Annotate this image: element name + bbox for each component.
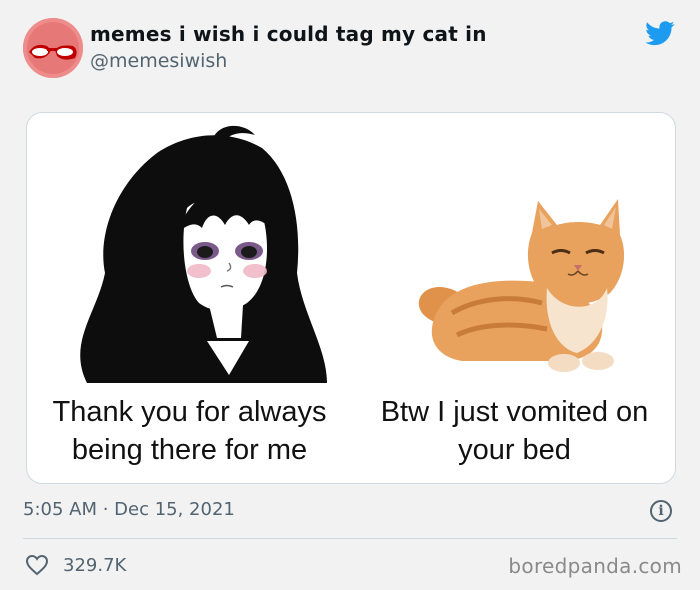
- user-handle[interactable]: @memesiwish: [90, 50, 227, 72]
- meme-panel-left: Thank you for always being there for me: [27, 113, 352, 483]
- like-button[interactable]: 329.7K: [25, 554, 126, 576]
- avatar-sunglasses-image: [23, 18, 83, 78]
- info-icon[interactable]: i: [650, 500, 672, 522]
- meme-panel-right: Btw I just vomited on your bed: [352, 113, 675, 483]
- orange-cat-photo: [418, 199, 625, 372]
- anime-girl-illustration: [80, 125, 327, 383]
- avatar[interactable]: [23, 18, 83, 78]
- meme-caption-right: Btw I just vomited on your bed: [380, 396, 649, 466]
- watermark: boredpanda.com: [508, 554, 682, 578]
- tweet-timestamp[interactable]: 5:05 AM · Dec 15, 2021: [23, 499, 235, 520]
- tweet-media[interactable]: Thank you for always being there for me: [26, 112, 676, 484]
- like-count: 329.7K: [63, 554, 127, 576]
- divider: [23, 538, 677, 539]
- meme-caption-left: Thank you for always being there for me: [52, 396, 327, 466]
- heart-icon: [25, 554, 49, 576]
- twitter-bird-icon[interactable]: [644, 18, 676, 48]
- display-name[interactable]: memes i wish i could tag my cat in: [90, 22, 487, 46]
